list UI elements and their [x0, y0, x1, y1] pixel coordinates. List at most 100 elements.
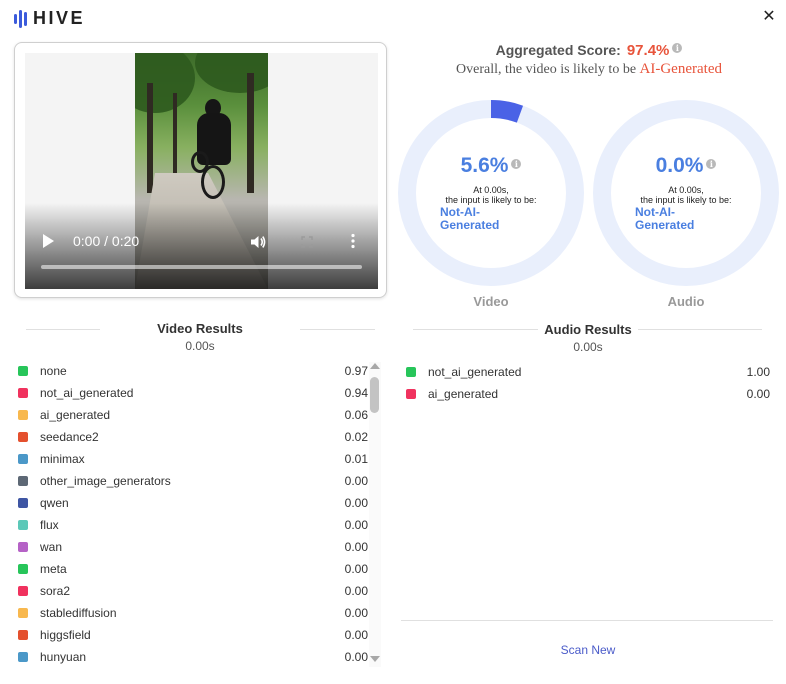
- result-row: meta 0.00: [18, 558, 368, 580]
- scroll-thumb[interactable]: [370, 377, 379, 413]
- color-swatch: [18, 476, 28, 486]
- result-value: 0.00: [746, 387, 770, 401]
- video-time: 0:00 / 0:20: [73, 233, 140, 249]
- result-name: ai_generated: [428, 387, 499, 401]
- result-value: 0.02: [344, 430, 368, 444]
- color-swatch: [18, 432, 28, 442]
- result-name: ai_generated: [40, 408, 111, 422]
- result-value: 0.00: [344, 584, 368, 598]
- hive-logo-icon: [14, 9, 27, 28]
- result-name: hunyuan: [40, 650, 87, 664]
- video-results-title: Video Results: [100, 321, 300, 336]
- fullscreen-icon[interactable]: [301, 236, 313, 248]
- result-row: wan 0.00: [18, 536, 368, 558]
- color-swatch: [18, 652, 28, 662]
- scroll-up-arrow-icon[interactable]: [370, 363, 380, 369]
- result-row: stablediffusion 0.00: [18, 602, 368, 624]
- result-value: 0.00: [344, 540, 368, 554]
- logo-text: HIVE: [33, 8, 86, 28]
- audio-ring-time: At 0.00s,: [668, 185, 704, 195]
- result-name: not_ai_generated: [40, 386, 134, 400]
- result-row: not_ai_generated 0.94: [18, 382, 368, 404]
- audio-ring-percent: 0.0%: [655, 154, 704, 177]
- scroll-down-arrow-icon[interactable]: [370, 656, 380, 662]
- result-name: sora2: [40, 584, 71, 598]
- info-icon[interactable]: i: [511, 159, 522, 169]
- audio-ring-verdict-2: Generated: [635, 218, 695, 232]
- result-name: none: [40, 364, 67, 378]
- volume-icon[interactable]: [250, 234, 266, 250]
- footer-divider: [401, 620, 773, 621]
- color-swatch: [406, 367, 416, 377]
- result-value: 0.00: [344, 474, 368, 488]
- color-swatch: [18, 564, 28, 574]
- play-icon[interactable]: [43, 234, 54, 248]
- audio-results-time: 0.00s: [573, 340, 603, 354]
- color-swatch: [18, 454, 28, 464]
- aggregated-score-panel: Aggregated Score: 97.4% i Overall, the vid…: [396, 40, 782, 78]
- result-value: 0.94: [344, 386, 368, 400]
- video-score-ring: 5.6% i At 0.00s, the input is likely to b…: [397, 99, 585, 287]
- video-ring-likely: the input is likely to be:: [445, 195, 537, 205]
- info-icon[interactable]: i: [706, 159, 717, 169]
- result-value: 0.00: [344, 518, 368, 532]
- color-swatch: [18, 366, 28, 376]
- result-value: 0.00: [344, 496, 368, 510]
- audio-results-title: Audio Results: [488, 322, 688, 337]
- video-results-time: 0.00s: [185, 339, 215, 353]
- result-name: not_ai_generated: [428, 365, 522, 379]
- aggregated-summary: Overall, the video is likely to be: [456, 62, 637, 77]
- result-value: 0.01: [344, 452, 368, 466]
- video-results-list[interactable]: none 0.97 not_ai_generated 0.94 ai_generated…: [18, 360, 368, 668]
- scan-new-button[interactable]: Scan New: [540, 643, 636, 657]
- result-row: ai_generated 0.00: [406, 383, 770, 405]
- result-row: minimax 0.01: [18, 448, 368, 470]
- result-row: flux 0.00: [18, 514, 368, 536]
- result-value: 0.00: [344, 650, 368, 664]
- info-icon[interactable]: i: [672, 43, 683, 53]
- result-row: sora2 0.00: [18, 580, 368, 602]
- result-row: other_image_generators 0.00: [18, 470, 368, 492]
- result-value: 0.00: [344, 606, 368, 620]
- audio-ring-caption: Audio: [667, 294, 705, 309]
- video-ring-verdict-2: Generated: [440, 218, 500, 232]
- result-row: not_ai_generated 1.00: [406, 361, 770, 383]
- video-player-card: 0:00 / 0:20: [14, 42, 387, 298]
- header: HIVE ✕: [0, 0, 786, 38]
- result-name: higgsfield: [40, 628, 91, 642]
- color-swatch: [18, 520, 28, 530]
- color-swatch: [18, 410, 28, 420]
- result-value: 0.06: [344, 408, 368, 422]
- video-player[interactable]: 0:00 / 0:20: [25, 53, 378, 289]
- close-icon[interactable]: ✕: [761, 9, 777, 25]
- color-swatch: [18, 388, 28, 398]
- result-row: seedance2 0.02: [18, 426, 368, 448]
- color-swatch: [18, 608, 28, 618]
- result-name: flux: [40, 518, 59, 532]
- video-ring-percent: 5.6%: [460, 154, 509, 177]
- result-row: higgsfield 0.00: [18, 624, 368, 646]
- result-row: hunyuan 0.00: [18, 646, 368, 668]
- hive-logo: HIVE: [14, 8, 85, 29]
- result-row: none 0.97: [18, 360, 368, 382]
- aggregated-verdict: AI-Generated: [639, 61, 722, 77]
- color-swatch: [18, 586, 28, 596]
- result-row: ai_generated 0.06: [18, 404, 368, 426]
- result-value: 0.00: [344, 628, 368, 642]
- video-progress-bar[interactable]: [41, 265, 362, 269]
- result-value: 0.00: [344, 562, 368, 576]
- video-results-scrollbar[interactable]: [369, 362, 381, 667]
- video-ring-caption: Video: [473, 294, 509, 309]
- result-name: wan: [40, 540, 63, 554]
- result-row: qwen 0.00: [18, 492, 368, 514]
- result-name: qwen: [40, 496, 69, 510]
- more-vert-icon[interactable]: [350, 233, 356, 249]
- result-name: stablediffusion: [40, 606, 117, 620]
- aggregated-score-value: 97.4%: [626, 42, 670, 59]
- result-value: 0.97: [344, 364, 368, 378]
- color-swatch: [18, 630, 28, 640]
- result-value: 1.00: [746, 365, 770, 379]
- video-ring-time: At 0.00s,: [473, 185, 509, 195]
- audio-ring-likely: the input is likely to be:: [640, 195, 732, 205]
- result-name: meta: [40, 562, 67, 576]
